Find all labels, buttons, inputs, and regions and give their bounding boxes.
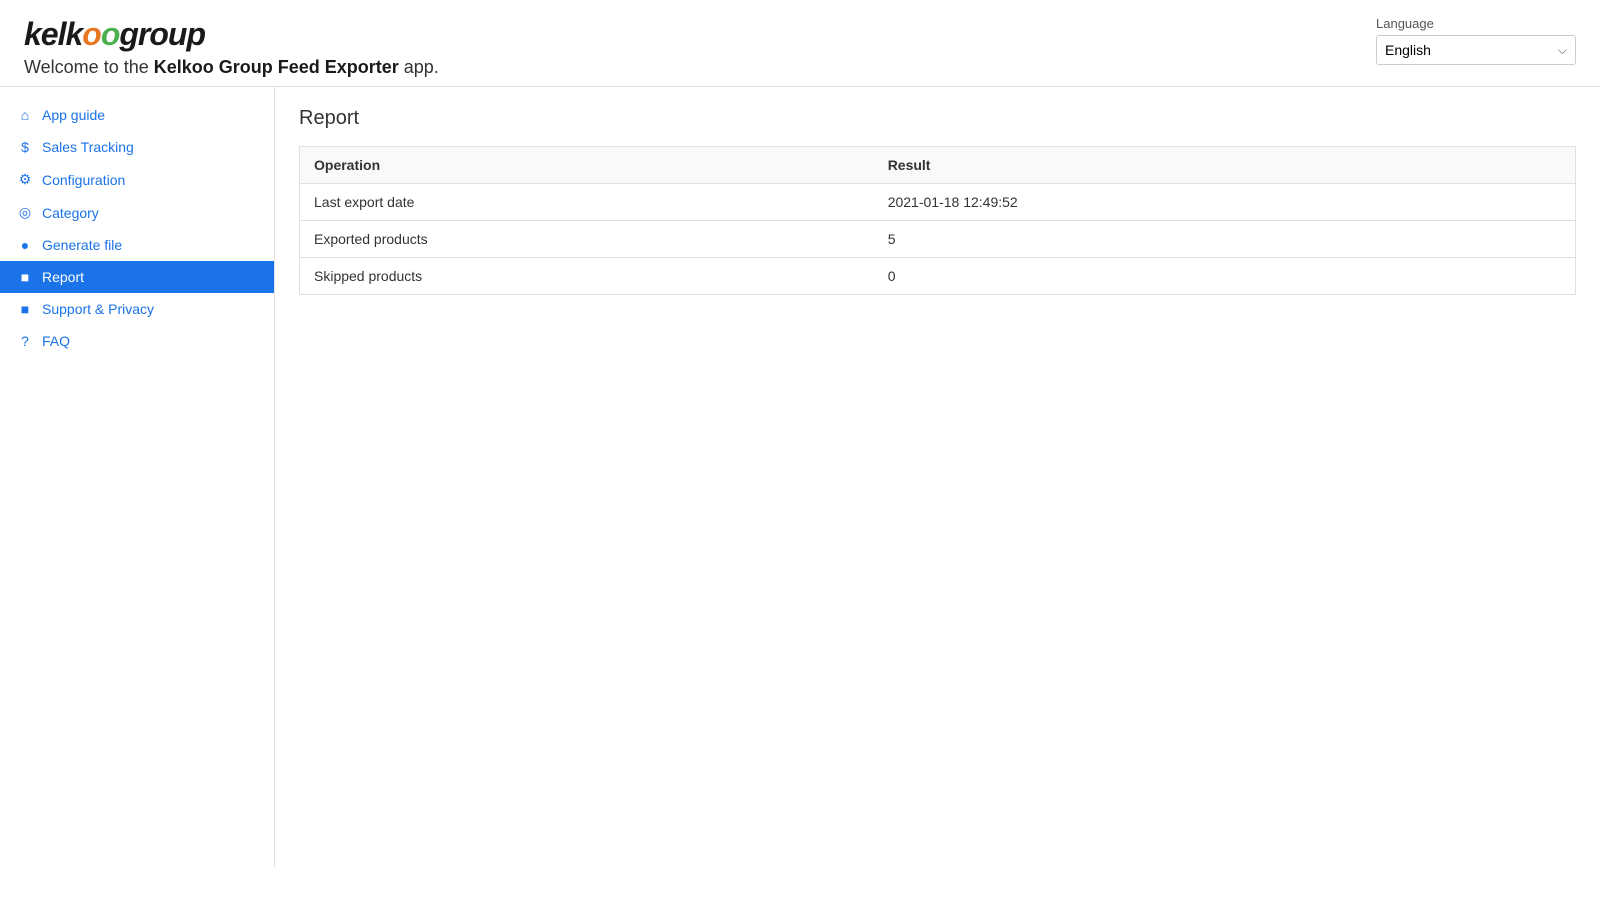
sidebar-item-report[interactable]: ■ Report — [0, 261, 274, 293]
sidebar-label-app-guide: App guide — [42, 107, 105, 123]
table-row: Last export date2021-01-18 12:49:52 — [300, 184, 1576, 221]
sidebar-label-faq: FAQ — [42, 333, 70, 349]
sidebar-item-category[interactable]: ◎ Category — [0, 196, 274, 229]
table-row: Exported products5 — [300, 221, 1576, 258]
logo-oo-orange: o — [82, 16, 101, 52]
app-name: Kelkoo Group Feed Exporter — [154, 57, 399, 77]
language-select-wrapper[interactable]: English French German Spanish ⌵ — [1376, 35, 1576, 65]
home-icon: ⌂ — [16, 107, 34, 123]
sidebar-item-generate-file[interactable]: ● Generate file — [0, 229, 274, 261]
table-row: Skipped products0 — [300, 258, 1576, 295]
cell-result: 5 — [874, 221, 1576, 258]
main-layout: ⌂ App guide $ Sales Tracking ⚙ Configura… — [0, 87, 1600, 867]
shield-icon: ■ — [16, 301, 34, 317]
top-bar: kelkoogroup Welcome to the Kelkoo Group … — [0, 0, 1600, 87]
welcome-prefix: Welcome to the — [24, 57, 154, 77]
report-table: Operation Result Last export date2021-01… — [299, 146, 1576, 295]
sidebar-label-support-privacy: Support & Privacy — [42, 301, 154, 317]
logo: kelkoogroup — [24, 16, 439, 53]
sidebar-label-configuration: Configuration — [42, 172, 125, 188]
language-area: Language English French German Spanish ⌵ — [1376, 16, 1576, 65]
sidebar-label-report: Report — [42, 269, 84, 285]
sidebar-item-configuration[interactable]: ⚙ Configuration — [0, 163, 274, 196]
table-header-row: Operation Result — [300, 147, 1576, 184]
dollar-icon: $ — [16, 139, 34, 155]
sidebar-label-sales-tracking: Sales Tracking — [42, 139, 134, 155]
content-area: Report Operation Result Last export date… — [275, 87, 1600, 867]
logo-oo-green: o — [101, 16, 120, 52]
sidebar: ⌂ App guide $ Sales Tracking ⚙ Configura… — [0, 87, 275, 867]
col-header-result: Result — [874, 147, 1576, 184]
welcome-suffix: app. — [399, 57, 439, 77]
report-icon: ■ — [16, 269, 34, 285]
report-title: Report — [299, 107, 1576, 130]
sidebar-item-support-privacy[interactable]: ■ Support & Privacy — [0, 293, 274, 325]
cell-result: 0 — [874, 258, 1576, 295]
dot-icon: ● — [16, 237, 34, 253]
cell-operation: Exported products — [300, 221, 874, 258]
language-label: Language — [1376, 16, 1434, 31]
language-select[interactable]: English French German Spanish — [1377, 36, 1550, 64]
cell-operation: Skipped products — [300, 258, 874, 295]
sidebar-label-category: Category — [42, 205, 99, 221]
cell-operation: Last export date — [300, 184, 874, 221]
col-header-operation: Operation — [300, 147, 874, 184]
sidebar-item-faq[interactable]: ? FAQ — [0, 325, 274, 357]
question-icon: ? — [16, 333, 34, 349]
logo-area: kelkoogroup Welcome to the Kelkoo Group … — [24, 16, 439, 78]
sidebar-item-app-guide[interactable]: ⌂ App guide — [0, 99, 274, 131]
circle-icon: ◎ — [16, 204, 34, 221]
gear-icon: ⚙ — [16, 171, 34, 188]
welcome-text: Welcome to the Kelkoo Group Feed Exporte… — [24, 57, 439, 78]
logo-group: group — [119, 16, 205, 52]
sidebar-label-generate-file: Generate file — [42, 237, 122, 253]
chevron-down-icon: ⌵ — [1550, 43, 1575, 58]
sidebar-item-sales-tracking[interactable]: $ Sales Tracking — [0, 131, 274, 163]
cell-result: 2021-01-18 12:49:52 — [874, 184, 1576, 221]
logo-kelk: kelk — [24, 16, 82, 52]
